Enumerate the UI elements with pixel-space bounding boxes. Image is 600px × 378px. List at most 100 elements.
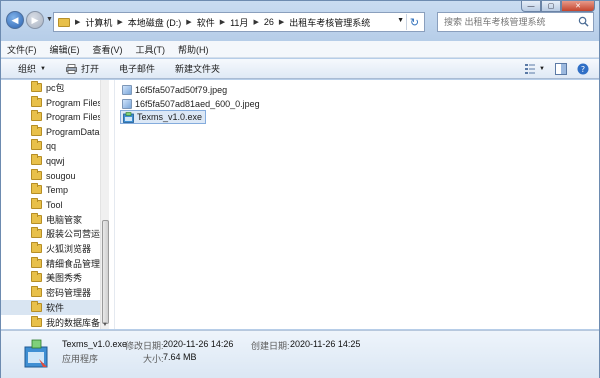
preview-pane-icon[interactable] bbox=[555, 63, 567, 75]
file-item-selected[interactable]: Texms_v1.0.exe bbox=[120, 110, 207, 124]
tree-item[interactable]: 我的数据库备份 bbox=[31, 315, 109, 329]
explorer-window: ◀ ▶ ▼ ▶ 计算机 ▶ 本地磁盘 (D:) ▶ 软件 ▶ 11月 ▶ 26 … bbox=[0, 0, 600, 378]
address-bar[interactable]: ▶ 计算机 ▶ 本地磁盘 (D:) ▶ 软件 ▶ 11月 ▶ 26 ▶ 出租车考… bbox=[53, 12, 425, 32]
breadcrumb-separator-icon[interactable]: ▶ bbox=[117, 18, 122, 26]
menu-help[interactable]: 帮助(H) bbox=[178, 43, 209, 56]
image-file-icon bbox=[122, 85, 132, 95]
breadcrumb-computer[interactable]: 计算机 bbox=[85, 16, 112, 29]
folder-icon bbox=[31, 316, 42, 327]
folder-icon bbox=[31, 242, 42, 253]
navigation-pane: pc包 Program Files Program Files ProgramD… bbox=[1, 80, 109, 329]
title-bar: ◀ ▶ ▼ ▶ 计算机 ▶ 本地磁盘 (D:) ▶ 软件 ▶ 11月 ▶ 26 … bbox=[1, 1, 599, 39]
menu-tools[interactable]: 工具(T) bbox=[136, 43, 166, 56]
folder-icon bbox=[31, 125, 42, 136]
breadcrumb-26[interactable]: 26 bbox=[264, 17, 274, 27]
file-name: 16f5fa507ad50f79.jpeg bbox=[135, 85, 228, 95]
image-file-icon bbox=[122, 99, 132, 109]
view-controls: ▼ ? bbox=[514, 63, 589, 75]
folder-icon bbox=[31, 139, 42, 150]
organize-button[interactable]: 组织 ▼ bbox=[18, 62, 46, 75]
folder-icon bbox=[31, 110, 42, 121]
tree-item[interactable]: 服装公司营运系统 bbox=[31, 226, 109, 241]
forward-button[interactable]: ▶ bbox=[26, 11, 44, 29]
tree-item[interactable]: Program Files bbox=[31, 95, 102, 110]
tree-item[interactable]: sougou bbox=[31, 168, 76, 183]
minimize-button[interactable]: — bbox=[521, 1, 541, 12]
size-label: 大小: bbox=[143, 354, 164, 364]
folder-icon bbox=[31, 183, 42, 194]
folder-icon bbox=[31, 213, 42, 224]
breadcrumb-drive-d[interactable]: 本地磁盘 (D:) bbox=[128, 16, 182, 29]
forward-arrow-icon: ▶ bbox=[31, 14, 39, 25]
organize-label: 组织 bbox=[18, 64, 37, 74]
tree-item[interactable]: pc包 bbox=[31, 80, 65, 95]
file-name: Texms_v1.0.exe bbox=[137, 112, 203, 122]
tree-item-selected[interactable]: 软件 bbox=[1, 300, 100, 315]
new-folder-button[interactable]: 新建文件夹 bbox=[175, 62, 220, 75]
folder-icon bbox=[58, 17, 70, 27]
history-dropdown-icon[interactable]: ▼ bbox=[46, 16, 53, 23]
refresh-icon[interactable]: ↻ bbox=[406, 14, 422, 30]
search-icon[interactable] bbox=[578, 16, 589, 27]
tree-item[interactable]: qq bbox=[31, 138, 56, 153]
details-pane: Texms_v1.0.exe 应用程序 修改日期: 2020-11-26 14:… bbox=[1, 330, 599, 378]
search-input[interactable] bbox=[444, 17, 574, 27]
folder-icon bbox=[31, 198, 42, 209]
email-label: 电子邮件 bbox=[118, 64, 155, 74]
file-list: 16f5fa507ad50f79.jpeg 16f5fa507ad81aed_6… bbox=[115, 80, 599, 329]
back-arrow-icon: ◀ bbox=[11, 14, 19, 25]
menu-file[interactable]: 文件(F) bbox=[7, 43, 37, 56]
breadcrumb-separator-icon[interactable]: ▶ bbox=[186, 18, 191, 26]
maximize-button[interactable]: ▢ bbox=[541, 1, 561, 12]
tree-item[interactable]: 火狐浏览器 bbox=[31, 241, 91, 256]
scrollbar-thumb[interactable] bbox=[102, 220, 109, 324]
change-view-icon[interactable] bbox=[524, 63, 536, 75]
tree-item[interactable]: 精细食品管理V bbox=[31, 256, 106, 271]
folder-icon bbox=[31, 227, 42, 238]
open-label: 打开 bbox=[80, 64, 99, 74]
tree-item[interactable]: qqwj bbox=[31, 153, 65, 168]
content-area: pc包 Program Files Program Files ProgramD… bbox=[1, 80, 599, 329]
nav-scrollbar[interactable]: ▼ bbox=[100, 80, 109, 329]
breadcrumb-software[interactable]: 软件 bbox=[197, 16, 215, 29]
modified-date-label: 修改日期: bbox=[125, 341, 164, 351]
breadcrumb-separator-icon[interactable]: ▶ bbox=[75, 18, 80, 26]
close-button[interactable]: ✕ bbox=[561, 1, 595, 12]
folder-icon bbox=[31, 301, 42, 312]
breadcrumb-separator-icon[interactable]: ▶ bbox=[253, 18, 258, 26]
printer-icon bbox=[66, 63, 77, 74]
help-icon[interactable]: ? bbox=[577, 63, 589, 75]
address-dropdown-icon[interactable]: ▼ bbox=[397, 17, 404, 24]
menu-edit[interactable]: 编辑(E) bbox=[50, 43, 80, 56]
tree-item[interactable]: 美图秀秀 bbox=[31, 270, 82, 285]
back-button[interactable]: ◀ bbox=[6, 11, 24, 29]
search-box[interactable] bbox=[437, 12, 594, 32]
folder-icon bbox=[31, 96, 42, 107]
file-item[interactable]: 16f5fa507ad50f79.jpeg bbox=[120, 83, 230, 97]
tree-item[interactable]: 电脑管家 bbox=[31, 212, 82, 227]
folder-icon bbox=[31, 271, 42, 282]
email-button[interactable]: 电子邮件 bbox=[119, 62, 155, 75]
tree-item[interactable]: ProgramData bbox=[31, 124, 100, 139]
tree-item[interactable]: 密码管理器 bbox=[31, 285, 91, 300]
svg-text:?: ? bbox=[581, 65, 585, 74]
breadcrumb-separator-icon[interactable]: ▶ bbox=[220, 18, 225, 26]
window-controls: — ▢ ✕ bbox=[521, 1, 595, 12]
tree-item[interactable]: Temp bbox=[31, 182, 68, 197]
breadcrumb-november[interactable]: 11月 bbox=[230, 16, 248, 29]
scroll-down-icon[interactable]: ▼ bbox=[102, 322, 108, 328]
installer-icon bbox=[123, 111, 134, 123]
menu-bar: 文件(F) 编辑(E) 查看(V) 工具(T) 帮助(H) bbox=[1, 41, 599, 58]
breadcrumb-separator-icon[interactable]: ▶ bbox=[279, 18, 284, 26]
open-button[interactable]: 打开 bbox=[66, 62, 99, 75]
menu-view[interactable]: 查看(V) bbox=[93, 43, 123, 56]
tree-item[interactable]: Program Files bbox=[31, 109, 102, 124]
file-item[interactable]: 16f5fa507ad81aed_600_0.jpeg bbox=[120, 97, 263, 111]
command-bar: 组织 ▼ 打开 电子邮件 新建文件夹 ▼ ? bbox=[1, 59, 599, 79]
created-date-label: 创建日期: bbox=[251, 341, 290, 351]
breadcrumb-current-folder[interactable]: 出租车考核管理系统 bbox=[289, 16, 370, 29]
folder-icon bbox=[31, 81, 42, 92]
view-dropdown-icon[interactable]: ▼ bbox=[539, 66, 545, 72]
tree-item[interactable]: Tool bbox=[31, 197, 63, 212]
details-file-type: 应用程序 bbox=[62, 354, 99, 364]
